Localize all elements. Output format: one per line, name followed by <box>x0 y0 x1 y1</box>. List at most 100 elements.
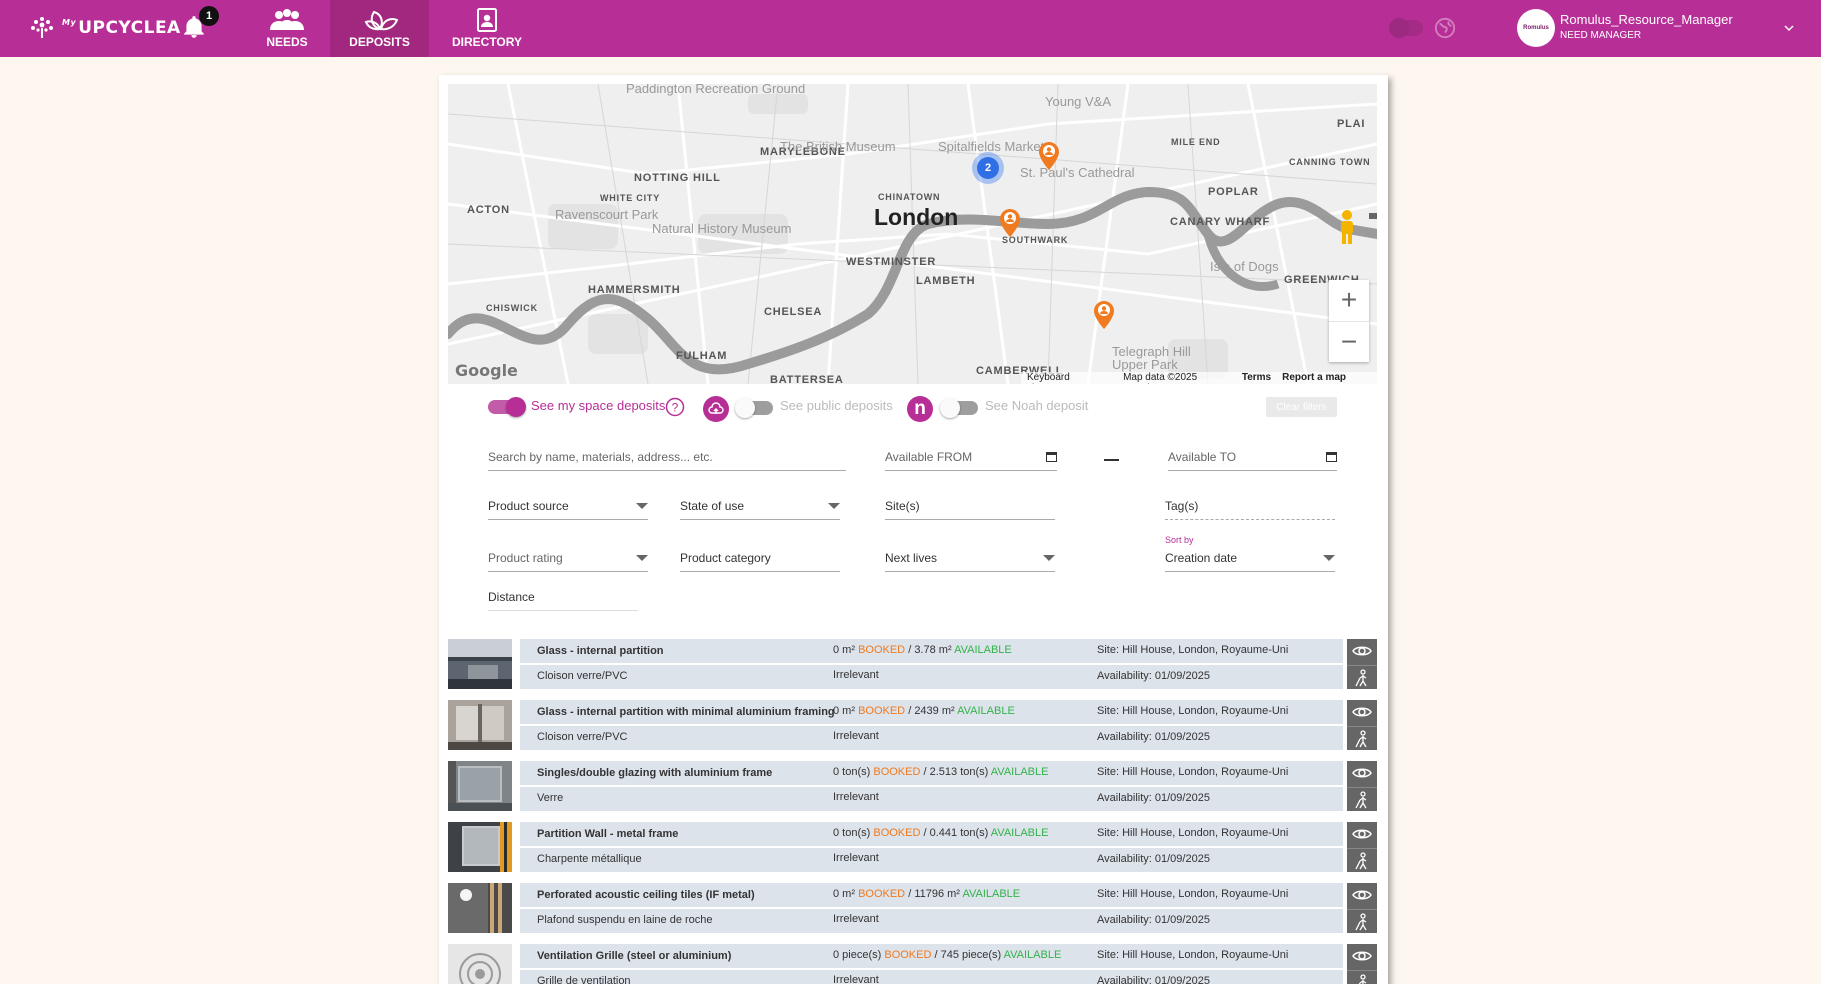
recycle-action-button[interactable] <box>1347 726 1377 750</box>
view-button[interactable] <box>1347 761 1377 785</box>
deposit-availability: Availability: 01/09/2025 <box>1097 914 1210 926</box>
deposit-row[interactable]: Glass - internal partition with minimal … <box>448 700 1377 750</box>
public-deposits-label[interactable]: See public deposits <box>780 398 893 413</box>
available-to-input[interactable]: Available TO <box>1168 445 1337 471</box>
my-space-deposits-toggle[interactable] <box>488 397 526 417</box>
map-label-plai: PLAI <box>1337 118 1366 130</box>
chevron-down-icon[interactable] <box>1783 22 1795 34</box>
eye-icon <box>1352 829 1372 839</box>
distance-input[interactable]: Distance <box>488 585 638 611</box>
globe-icon[interactable] <box>1434 17 1456 39</box>
deposit-pin-icon[interactable] <box>999 208 1021 238</box>
deposit-pin-icon[interactable] <box>1038 141 1060 171</box>
recycle-action-button[interactable] <box>1347 909 1377 933</box>
google-logo[interactable]: Google <box>455 361 518 380</box>
deposit-site: Site: Hill House, London, Royaume-Uni <box>1097 705 1289 717</box>
deposit-row-actions <box>1347 639 1377 689</box>
deposit-material: Charpente métallique <box>537 853 642 865</box>
tags-input[interactable]: Tag(s) <box>1165 494 1335 520</box>
clear-filters-button[interactable]: Clear filters <box>1266 397 1337 417</box>
deposit-name[interactable]: Ventilation Grille (steel or aluminium) <box>537 950 731 962</box>
deposit-material: Cloison verre/PVC <box>537 670 628 682</box>
street-view-pegman-icon[interactable] <box>1337 209 1357 245</box>
deposits-map[interactable]: Paddington Recreation Ground MARYLEBONE … <box>448 84 1377 384</box>
deposit-name[interactable]: Glass - internal partition <box>537 645 664 657</box>
report-map-error-link[interactable]: Report a map error <box>1282 372 1371 384</box>
deposit-site: Site: Hill House, London, Royaume-Uni <box>1097 644 1289 656</box>
zoom-out-button[interactable]: − <box>1329 321 1369 361</box>
terms-link[interactable]: Terms <box>1242 372 1271 384</box>
map-label-hammersmith: HAMMERSMITH <box>588 284 681 296</box>
map-fullscreen-control[interactable] <box>1369 213 1377 219</box>
recycle-action-button[interactable] <box>1347 848 1377 872</box>
deposit-pin-icon[interactable] <box>1093 300 1115 330</box>
deposit-quantity: 0 ton(s) BOOKED / 0.441 ton(s) AVAILABLE <box>833 827 1049 839</box>
header-toggle[interactable] <box>1389 18 1423 38</box>
map-cluster-marker[interactable]: 2 <box>972 152 1004 184</box>
map-label-young-va: Young V&A <box>1045 94 1112 109</box>
product-category-input[interactable]: Product category <box>680 546 840 572</box>
deposit-row[interactable]: Ventilation Grille (steel or aluminium) … <box>448 944 1377 984</box>
sites-input[interactable]: Site(s) <box>885 494 1055 520</box>
deposit-name[interactable]: Perforated acoustic ceiling tiles (IF me… <box>537 889 755 901</box>
deposit-thumbnail[interactable] <box>448 822 512 872</box>
view-button[interactable] <box>1347 883 1377 907</box>
deposit-state: Irrelevant <box>833 791 879 803</box>
deposit-thumbnail[interactable] <box>448 944 512 984</box>
deposit-name[interactable]: Partition Wall - metal frame <box>537 828 678 840</box>
deposit-thumbnail[interactable] <box>448 639 512 689</box>
deposit-row[interactable]: Glass - internal partition Cloison verre… <box>448 639 1377 689</box>
calendar-icon[interactable] <box>1326 451 1337 462</box>
deposit-row-body: Partition Wall - metal frame Charpente m… <box>520 822 1343 872</box>
deposit-site: Site: Hill House, London, Royaume-Uni <box>1097 949 1289 961</box>
noah-icon: n <box>907 396 933 422</box>
user-avatar[interactable]: Romulus <box>1517 9 1555 47</box>
product-rating-select[interactable]: Product rating <box>488 546 648 572</box>
deposit-name[interactable]: Glass - internal partition with minimal … <box>537 706 835 718</box>
nav-needs[interactable]: NEEDS <box>262 0 312 57</box>
eye-icon <box>1352 951 1372 961</box>
nav-deposits[interactable]: DEPOSITS <box>330 0 429 57</box>
noah-deposit-label[interactable]: See Noah deposit <box>985 398 1088 413</box>
contact-card-icon <box>477 8 497 32</box>
deposit-row[interactable]: Perforated acoustic ceiling tiles (IF me… <box>448 883 1377 933</box>
calendar-icon[interactable] <box>1046 451 1057 462</box>
deposit-row[interactable]: Singles/double glazing with aluminium fr… <box>448 761 1377 811</box>
deposit-thumbnail[interactable] <box>448 883 512 933</box>
search-input[interactable]: Search by name, materials, address... et… <box>488 445 846 471</box>
public-deposits-toggle[interactable] <box>735 398 773 418</box>
recycle-action-button[interactable] <box>1347 787 1377 811</box>
next-lives-select[interactable]: Next lives <box>885 546 1055 572</box>
state-of-use-select[interactable]: State of use <box>680 494 840 520</box>
nav-directory[interactable]: DIRECTORY <box>448 0 526 57</box>
deposit-name[interactable]: Singles/double glazing with aluminium fr… <box>537 767 772 779</box>
help-icon[interactable]: ? <box>665 397 685 417</box>
deposit-thumbnail[interactable] <box>448 761 512 811</box>
user-name[interactable]: Romulus_Resource_Manager <box>1560 12 1733 27</box>
product-source-select[interactable]: Product source <box>488 494 648 520</box>
upcyclea-logo[interactable]: My UPCYCLEA <box>28 12 181 44</box>
zoom-in-button[interactable]: + <box>1329 280 1369 320</box>
view-button[interactable] <box>1347 700 1377 724</box>
map-label-battersea: BATTERSEA <box>770 374 844 384</box>
logo-mark-icon <box>31 17 53 38</box>
map-label-poplar: POPLAR <box>1208 186 1259 198</box>
deposit-row-actions <box>1347 944 1377 984</box>
map-label-ravenscourt: Ravenscourt Park <box>555 207 659 222</box>
recycle-action-button[interactable] <box>1347 970 1377 984</box>
my-space-deposits-label[interactable]: See my space deposits <box>531 398 665 413</box>
keyboard-shortcuts-link[interactable]: Keyboard shortcuts <box>1027 372 1112 384</box>
map-label-chiswick: CHISWICK <box>486 303 538 313</box>
available-from-input[interactable]: Available FROM <box>885 445 1057 471</box>
noah-deposit-toggle[interactable] <box>940 398 978 418</box>
chevron-down-icon <box>636 503 648 509</box>
view-button[interactable] <box>1347 944 1377 968</box>
sort-by-select[interactable]: Creation date <box>1165 546 1335 572</box>
view-button[interactable] <box>1347 639 1377 663</box>
date-range-separator <box>1104 459 1119 461</box>
deposit-thumbnail[interactable] <box>448 700 512 750</box>
deposit-row[interactable]: Partition Wall - metal frame Charpente m… <box>448 822 1377 872</box>
map-label-fulham: FULHAM <box>676 350 728 362</box>
view-button[interactable] <box>1347 822 1377 846</box>
recycle-action-button[interactable] <box>1347 665 1377 689</box>
